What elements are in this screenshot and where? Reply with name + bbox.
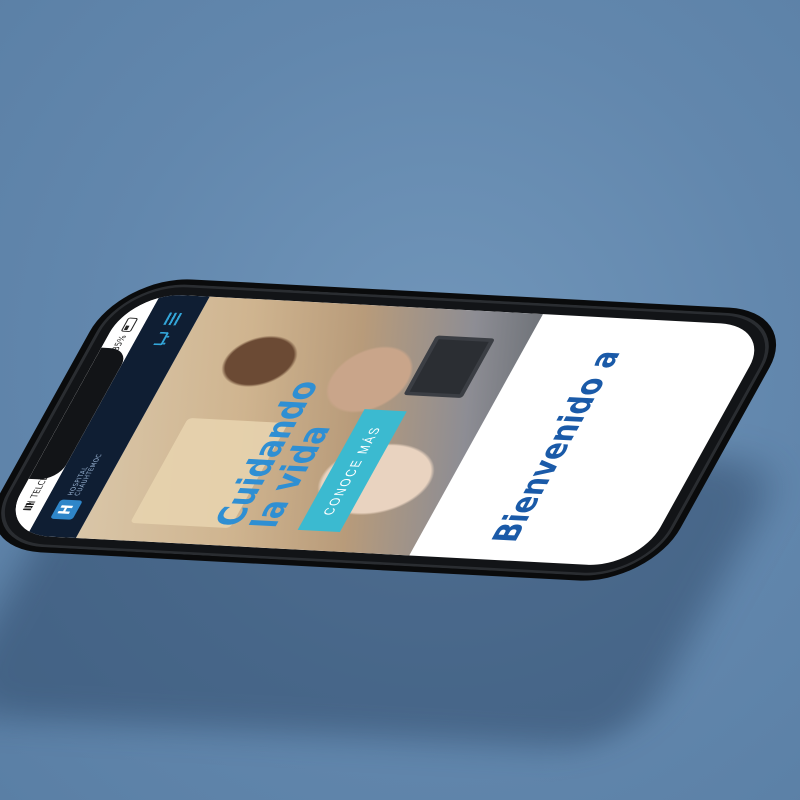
hamburger-menu-icon[interactable] bbox=[162, 312, 182, 326]
cart-icon[interactable] bbox=[150, 333, 170, 346]
phone-screen: TELCEL 35% H HOSPITAL CUAUHTEMOC Cuidand… bbox=[0, 292, 772, 568]
signal-icon bbox=[22, 501, 35, 511]
logo-mark: H bbox=[50, 499, 83, 520]
hero-photo-monitor bbox=[403, 335, 496, 399]
battery-icon bbox=[120, 317, 138, 333]
logo-text: HOSPITAL CUAUHTEMOC bbox=[66, 453, 105, 496]
nav-icons bbox=[150, 312, 182, 346]
